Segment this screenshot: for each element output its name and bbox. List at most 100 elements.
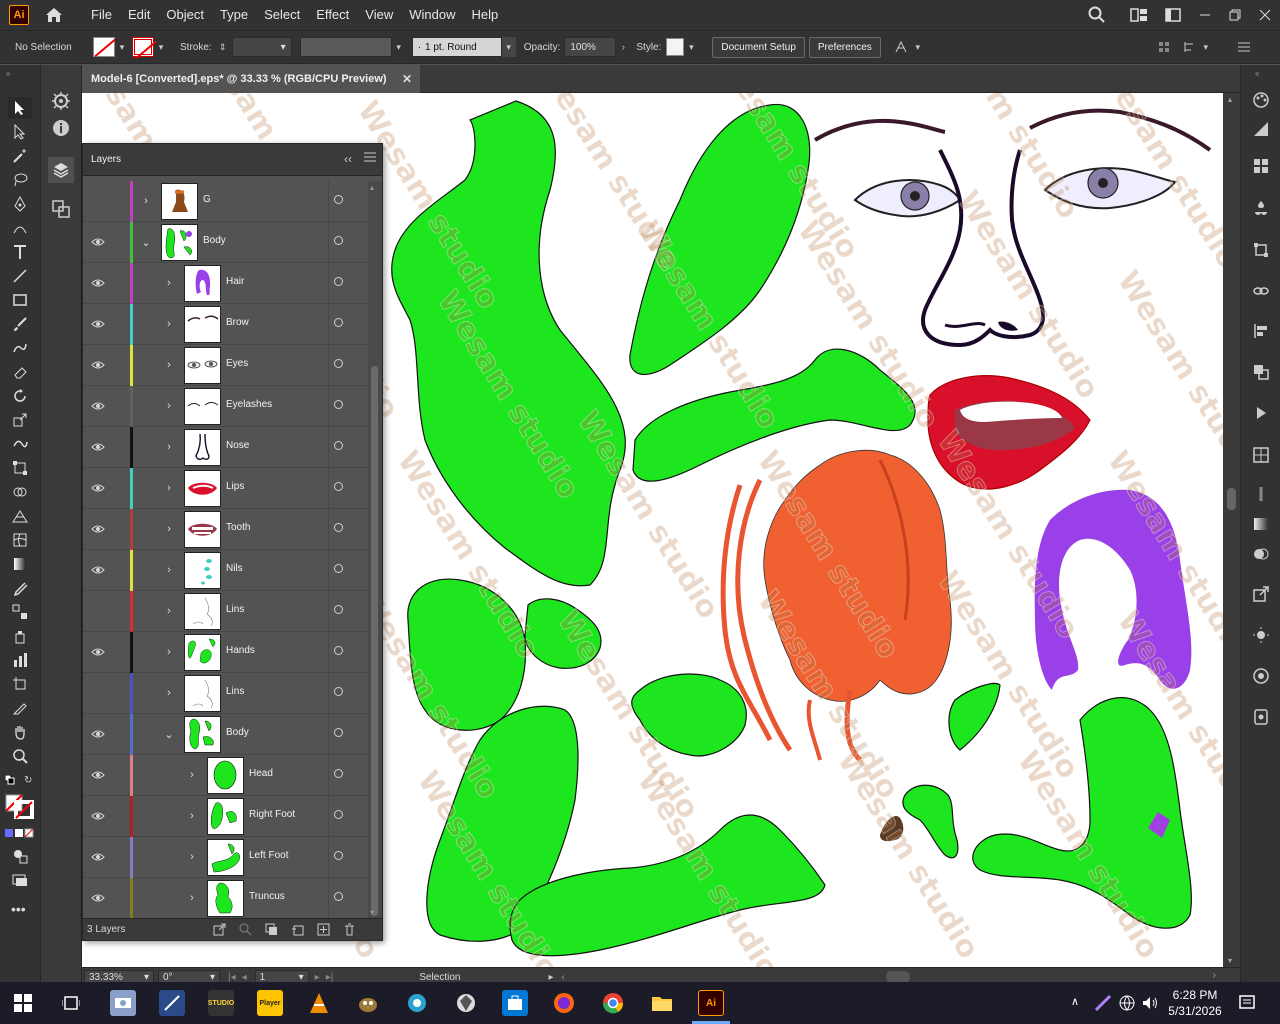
eyedropper-tool-icon[interactable] [8, 577, 32, 599]
layer-name[interactable]: Nose [226, 440, 249, 451]
layer-row-body[interactable]: ⌄ Body [83, 714, 368, 755]
warp-tool-icon[interactable] [8, 433, 32, 455]
chevron-down-icon[interactable]: ⌄ [163, 727, 175, 741]
layer-name[interactable]: Tooth [226, 522, 250, 533]
chevron-right-icon[interactable]: › [163, 645, 175, 659]
asset-export-icon[interactable] [1252, 585, 1270, 603]
visibility-eye-icon[interactable] [91, 851, 105, 863]
perspective-grid-tool-icon[interactable] [8, 505, 32, 527]
layer-row-tooth[interactable]: › Tooth [83, 509, 368, 550]
variable-width-field[interactable] [299, 37, 392, 57]
locate-object-icon[interactable] [239, 923, 252, 936]
layer-name[interactable]: Lips [226, 481, 244, 492]
layer-row-lins[interactable]: › Lins [83, 673, 368, 714]
layer-name[interactable]: Hands [226, 645, 255, 656]
minimize-button[interactable] [1190, 0, 1220, 30]
visibility-eye-icon[interactable] [91, 400, 105, 412]
menu-type[interactable]: Type [212, 0, 256, 30]
chevron-right-icon[interactable]: › [163, 317, 175, 331]
first-artboard-icon[interactable]: |◂ [228, 972, 236, 983]
actions-panel-icon[interactable] [1252, 404, 1270, 422]
gimp-app-icon[interactable] [355, 990, 381, 1016]
layer-row-eyes[interactable]: › Eyes [83, 345, 368, 386]
layer-row-brow[interactable]: › Brow [83, 304, 368, 345]
menu-window[interactable]: Window [401, 0, 463, 30]
fill-swatch[interactable] [93, 37, 115, 57]
layer-target-icon[interactable] [334, 687, 343, 696]
symbol-sprayer-tool-icon[interactable] [8, 625, 32, 647]
layer-target-icon[interactable] [334, 195, 343, 204]
arrange-documents-icon[interactable] [1162, 4, 1184, 26]
chrome-app-icon[interactable] [600, 990, 626, 1016]
layer-target-icon[interactable] [334, 605, 343, 614]
restore-button[interactable] [1220, 0, 1250, 30]
chevron-right-icon[interactable]: › [163, 481, 175, 495]
layer-row-eyelashes[interactable]: › Eyelashes [83, 386, 368, 427]
menu-file[interactable]: File [83, 0, 120, 30]
free-transform-tool-icon[interactable] [8, 457, 32, 479]
inkscape-app-icon[interactable] [453, 990, 479, 1016]
draw-mode-icon[interactable] [8, 845, 32, 867]
layers-scrollbar[interactable]: ▴ ▾ [368, 181, 382, 919]
layer-target-icon[interactable] [334, 359, 343, 368]
status-menu-arrow[interactable]: ▸ [548, 972, 553, 983]
magic-wand-tool-icon[interactable] [8, 145, 32, 167]
stroke-dropdown[interactable]: ▾ [154, 37, 168, 57]
brush-dropdown[interactable]: ▾ [501, 37, 516, 57]
layer-row-lips[interactable]: › Lips [83, 468, 368, 509]
layer-name[interactable]: G [203, 194, 211, 205]
system-clock[interactable]: 6:28 PM 5/31/2026 [1160, 987, 1230, 1019]
new-sublayer-icon[interactable] [291, 923, 304, 936]
layer-name[interactable]: Lins [226, 686, 244, 697]
gradient-panel-icon[interactable] [1252, 515, 1270, 533]
layer-target-icon[interactable] [334, 236, 343, 245]
style-dropdown[interactable]: ▾ [684, 37, 698, 57]
style-swatch[interactable] [666, 38, 685, 56]
layer-target-icon[interactable] [334, 892, 343, 901]
paintbrush-tool-icon[interactable] [8, 313, 32, 335]
document-tab[interactable]: Model-6 [Converted].eps* @ 33.33 % (RGB/… [82, 65, 420, 93]
scroll-right-icon[interactable]: › [1213, 970, 1216, 981]
transparency-panel-icon[interactable] [1252, 545, 1270, 563]
taskbar-app-icon-2[interactable] [159, 990, 185, 1016]
menu-view[interactable]: View [357, 0, 401, 30]
volume-icon[interactable] [1141, 994, 1159, 1012]
rotate-tool-icon[interactable] [8, 385, 32, 407]
menu-effect[interactable]: Effect [308, 0, 357, 30]
layer-name[interactable]: Eyes [226, 358, 248, 369]
document-setup-button[interactable]: Document Setup [712, 36, 805, 58]
direct-selection-tool-icon[interactable] [8, 121, 32, 143]
chevron-right-icon[interactable]: › [186, 850, 198, 864]
dock-expand-icon[interactable]: « [1255, 69, 1259, 78]
stroke-weight-stepper[interactable]: ⇕ [216, 37, 230, 57]
layer-target-icon[interactable] [334, 441, 343, 450]
transform-panel-icon[interactable] [1252, 241, 1270, 259]
illustrator-app-icon[interactable]: Ai [698, 990, 724, 1016]
close-tab-icon[interactable]: ✕ [402, 72, 412, 86]
layer-target-icon[interactable] [334, 851, 343, 860]
chevron-down-icon[interactable]: ⌄ [140, 235, 152, 249]
scroll-left-icon[interactable]: ‹ [561, 972, 564, 983]
brush-field[interactable]: · 1 pt. Round [411, 37, 502, 57]
layer-row-left-foot[interactable]: › Left Foot [83, 837, 368, 878]
zoom-tool-icon[interactable] [8, 745, 32, 767]
eraser-tool-icon[interactable] [8, 361, 32, 383]
opacity-arrow[interactable]: › [616, 37, 630, 57]
chevron-right-icon[interactable]: › [140, 194, 152, 208]
libraries-panel-icon[interactable] [1252, 708, 1270, 726]
line-tool-icon[interactable] [8, 265, 32, 287]
player-app-icon[interactable]: Player [257, 990, 283, 1016]
chevron-right-icon[interactable]: › [163, 522, 175, 536]
layer-row-body[interactable]: ⌄ Body [83, 222, 368, 263]
previous-artboard-icon[interactable]: ◂ [242, 972, 247, 983]
graph-tool-icon[interactable] [8, 649, 32, 671]
menu-select[interactable]: Select [256, 0, 308, 30]
visibility-eye-icon[interactable] [91, 646, 105, 658]
layer-row-nose[interactable]: › Nose [83, 427, 368, 468]
vertical-scroll-thumb[interactable] [1227, 488, 1236, 510]
layer-target-icon[interactable] [334, 769, 343, 778]
layer-name[interactable]: Eyelashes [226, 399, 272, 410]
chevron-right-icon[interactable]: › [163, 563, 175, 577]
stroke-swatch[interactable] [132, 37, 154, 57]
studio-app-icon[interactable]: STUDIO [208, 990, 234, 1016]
